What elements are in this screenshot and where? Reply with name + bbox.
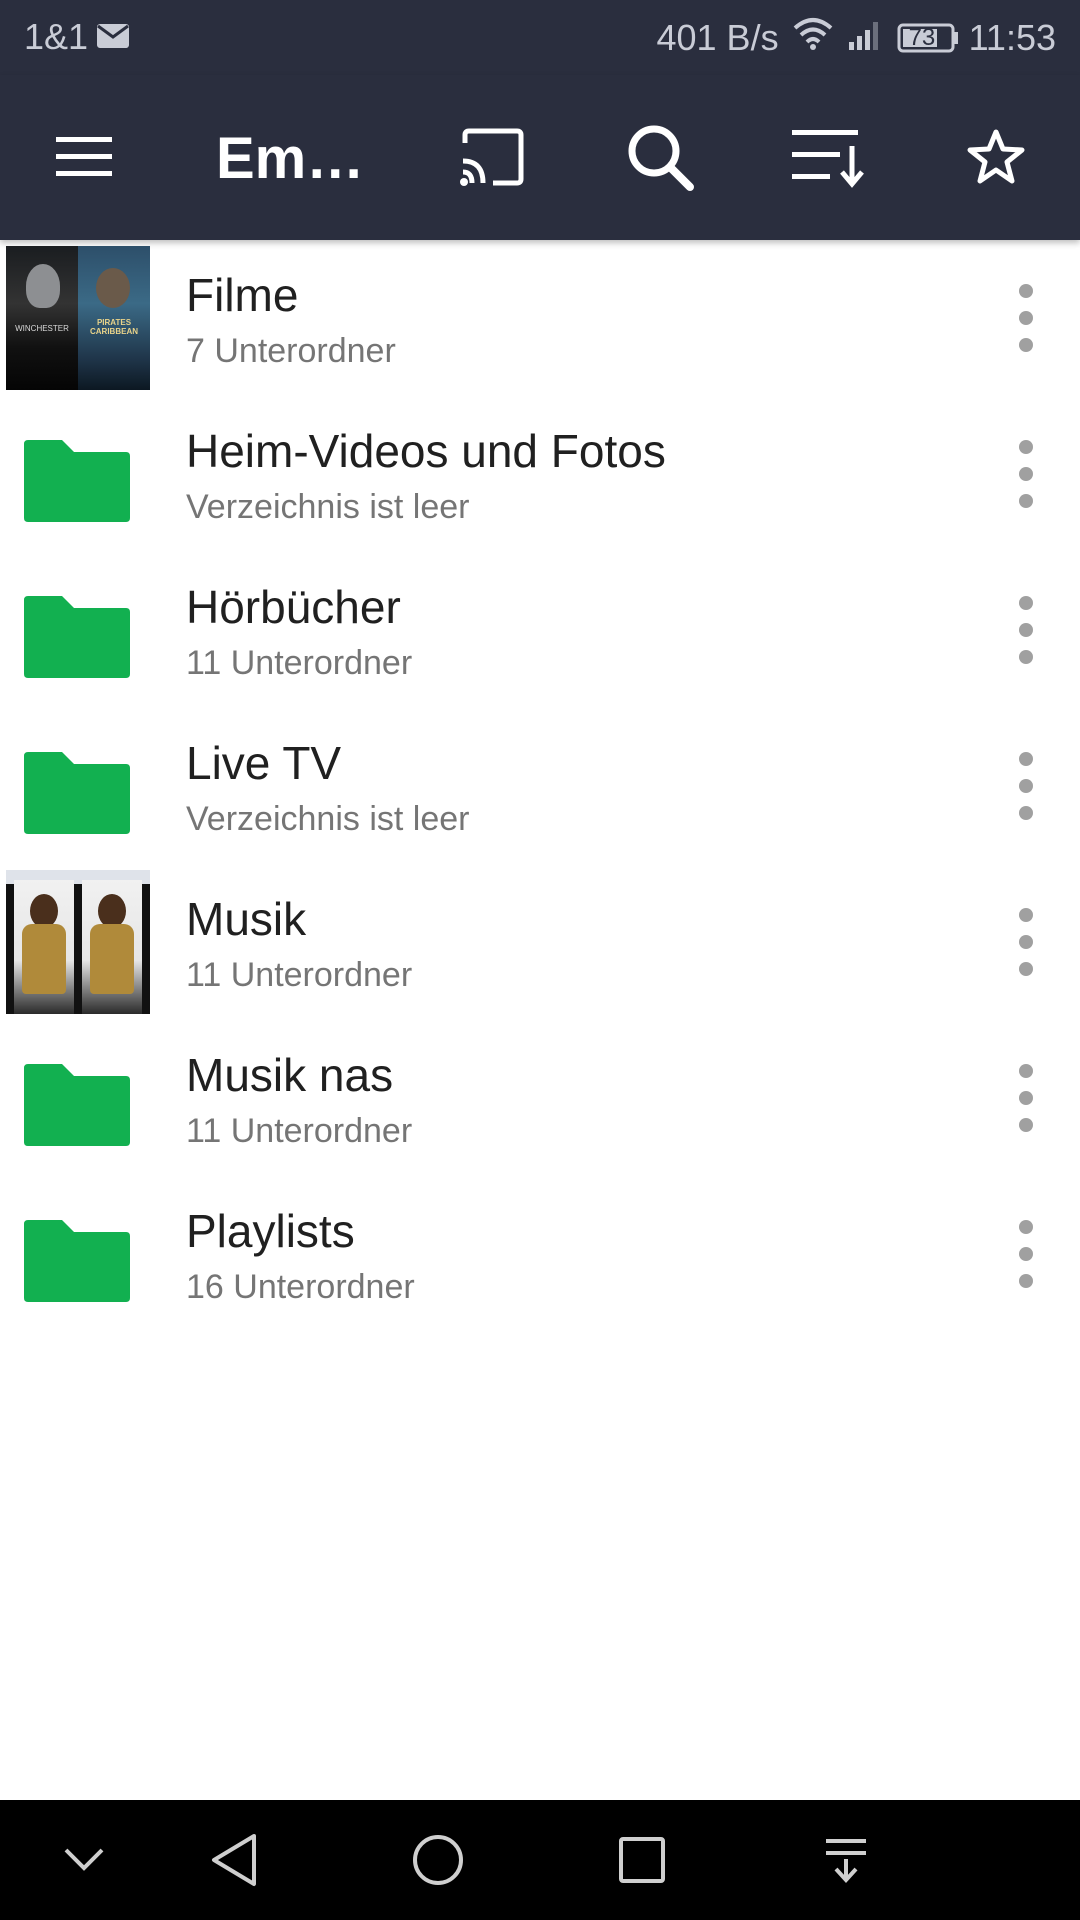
cast-icon[interactable] [450, 115, 534, 199]
page-title: Em… [216, 126, 365, 191]
folder-icon [22, 1060, 132, 1148]
item-title: Live TV [186, 737, 342, 789]
wifi-icon [793, 16, 833, 59]
notification-pull-icon[interactable] [810, 1824, 882, 1896]
item-title: Playlists [186, 1205, 355, 1257]
folder-icon [22, 1216, 132, 1304]
more-options-icon[interactable] [1002, 596, 1050, 664]
item-title: Hörbücher [186, 581, 401, 633]
list-item[interactable]: Hörbücher 11 Unterordner [0, 552, 1080, 708]
more-options-icon[interactable] [1002, 1064, 1050, 1132]
folder-icon [22, 436, 132, 524]
folder-list: WINCHESTER PIRATES CARIBBEAN Filme 7 Unt… [0, 240, 1080, 1332]
status-bar: 1&1 401 B/s 73 11:53 [0, 0, 1080, 75]
item-title: Musik nas [186, 1049, 394, 1101]
system-navigation-bar [0, 1800, 1080, 1920]
list-item[interactable]: Musik 11 Unterordner [0, 864, 1080, 1020]
item-subtitle: Verzeichnis ist leer [186, 488, 470, 526]
musik-album-thumbnail [6, 870, 150, 1014]
star-icon[interactable] [954, 115, 1038, 199]
back-icon[interactable] [198, 1824, 270, 1896]
clock: 11:53 [968, 16, 1056, 58]
signal-icon [847, 17, 883, 59]
folder-icon [22, 592, 132, 680]
carrier-label: 1&1 [24, 16, 89, 57]
battery-icon: 73 [897, 22, 959, 54]
item-title: Musik [186, 893, 307, 945]
list-item[interactable]: Heim-Videos und Fotos Verzeichnis ist le… [0, 396, 1080, 552]
recents-icon[interactable] [606, 1824, 678, 1896]
list-item[interactable]: Playlists 16 Unterordner [0, 1176, 1080, 1332]
item-title: Filme [186, 269, 299, 321]
menu-icon[interactable] [42, 115, 126, 199]
mail-icon [96, 16, 130, 58]
search-icon[interactable] [618, 115, 702, 199]
item-subtitle: 11 Unterordner [186, 644, 413, 682]
sort-icon[interactable] [786, 115, 870, 199]
item-subtitle: Verzeichnis ist leer [186, 800, 470, 838]
more-options-icon[interactable] [1002, 752, 1050, 820]
item-subtitle: 7 Unterordner [186, 332, 396, 370]
more-options-icon[interactable] [1002, 284, 1050, 352]
poster-label-winchester: WINCHESTER [15, 324, 69, 333]
battery-level: 73 [908, 23, 936, 51]
home-icon[interactable] [402, 1824, 474, 1896]
filme-poster-thumbnail: WINCHESTER PIRATES CARIBBEAN [6, 246, 150, 390]
list-item[interactable]: Musik nas 11 Unterordner [0, 1020, 1080, 1176]
network-speed: 401 B/s [656, 16, 779, 58]
poster-label-pirates: PIRATES CARIBBEAN [90, 318, 138, 336]
list-item[interactable]: WINCHESTER PIRATES CARIBBEAN Filme 7 Unt… [0, 240, 1080, 396]
more-options-icon[interactable] [1002, 1220, 1050, 1288]
more-options-icon[interactable] [1002, 908, 1050, 976]
collapse-icon[interactable] [48, 1824, 120, 1896]
item-subtitle: 16 Unterordner [186, 1268, 415, 1306]
app-toolbar: Em… [0, 75, 1080, 240]
item-subtitle: 11 Unterordner [186, 956, 413, 994]
list-item[interactable]: Live TV Verzeichnis ist leer [0, 708, 1080, 864]
folder-icon [22, 748, 132, 836]
more-options-icon[interactable] [1002, 440, 1050, 508]
item-subtitle: 11 Unterordner [186, 1112, 413, 1150]
item-title: Heim-Videos und Fotos [186, 425, 666, 477]
